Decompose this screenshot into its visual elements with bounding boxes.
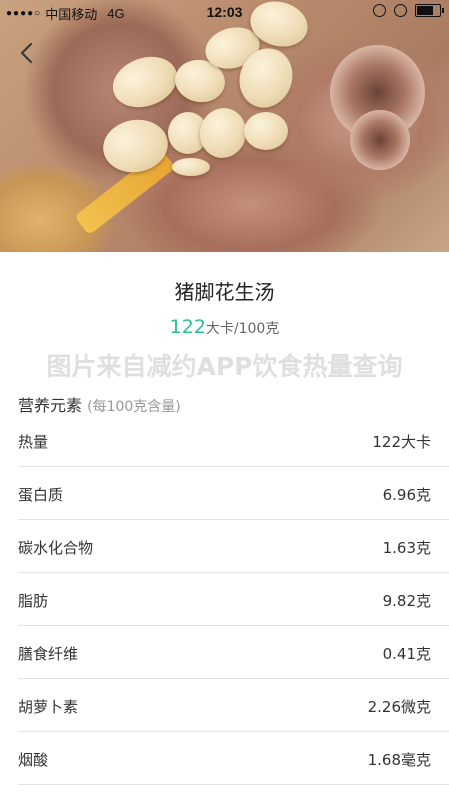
nutrition-row: 胡萝卜素 2.26微克 (18, 679, 449, 732)
nutrient-value: 1.63克 (382, 539, 431, 557)
nutrition-heading: 营养元素 (每100克含量) (18, 392, 181, 416)
nutrient-name: 膳食纤维 (18, 645, 79, 663)
nutrient-value: 9.82克 (382, 592, 431, 610)
rotation-lock-icon (373, 4, 386, 17)
nutrition-title: 营养元素 (18, 396, 83, 415)
status-bar: ●●●●○ 中国移动 4G 12:03 (0, 0, 449, 24)
nutrition-row: 烟酸 1.68毫克 (18, 732, 449, 785)
nutrient-name: 烟酸 (18, 751, 49, 769)
watermark: 图片来自减约APP饮食热量查询 (46, 352, 403, 381)
battery-icon (415, 4, 444, 17)
nutrient-name: 热量 (18, 433, 49, 451)
nutrition-row: 膳食纤维 0.41克 (18, 626, 449, 679)
nutrient-value: 1.68毫克 (367, 751, 431, 769)
nutrition-subtitle: (每100克含量) (87, 399, 181, 415)
peanut (244, 112, 288, 150)
back-button[interactable] (12, 38, 42, 68)
nutrient-value: 122大卡 (372, 433, 431, 451)
chevron-left-icon (20, 42, 33, 64)
alarm-icon (394, 4, 407, 17)
nutrient-name: 蛋白质 (18, 486, 64, 504)
food-photo (0, 0, 449, 252)
calorie-unit: 大卡/100克 (205, 321, 280, 337)
nutrition-row: 碳水化合物 1.63克 (18, 520, 449, 573)
nutrition-row: 蛋白质 6.96克 (18, 467, 449, 520)
trotter-bone (350, 110, 410, 170)
nutrient-value: 2.26微克 (367, 698, 431, 716)
nutrient-name: 脂肪 (18, 592, 49, 610)
nutrient-value: 6.96克 (382, 486, 431, 504)
nutrition-row: 脂肪 9.82克 (18, 573, 449, 626)
calorie-summary: 122大卡/100克 (0, 316, 449, 338)
food-title: 猪脚花生汤 (174, 280, 275, 304)
nutrient-value: 0.41克 (382, 645, 431, 663)
peanut (172, 158, 210, 176)
nutrient-name: 碳水化合物 (18, 539, 94, 557)
calorie-value: 122 (169, 316, 206, 338)
peanut (105, 48, 185, 116)
nutrition-row: 热量 122大卡 (18, 414, 449, 467)
nutrient-name: 胡萝卜素 (18, 698, 79, 716)
nutrition-table: 热量 122大卡 蛋白质 6.96克 碳水化合物 1.63克 脂肪 9.82克 … (18, 414, 449, 785)
peanut (195, 103, 251, 163)
